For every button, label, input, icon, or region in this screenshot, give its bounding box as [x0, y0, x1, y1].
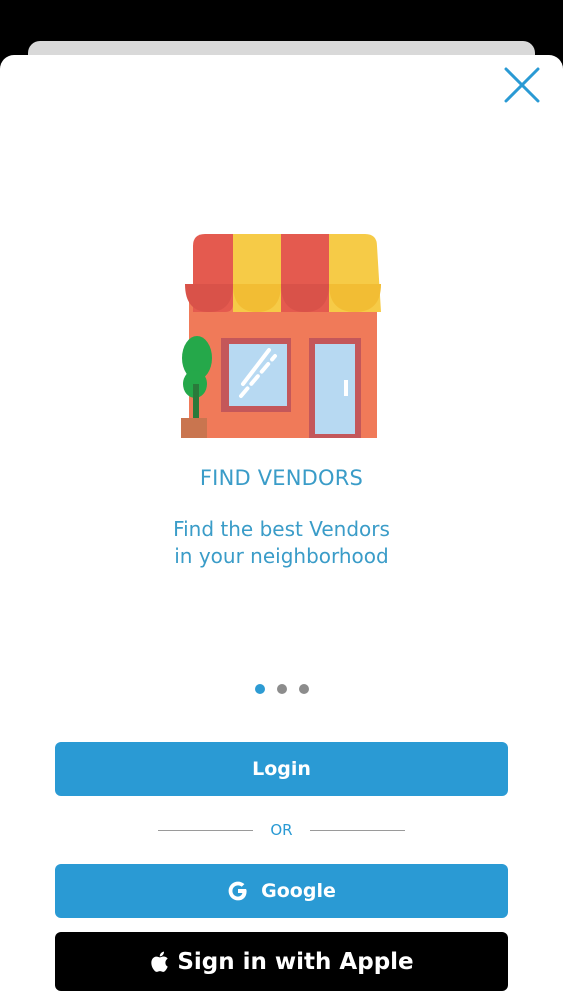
storefront-icon	[181, 234, 382, 438]
close-button[interactable]	[503, 66, 541, 104]
slide-title: FIND VENDORS	[199, 466, 364, 490]
close-icon	[504, 67, 540, 103]
login-button[interactable]: Login	[55, 742, 508, 796]
or-label: OR	[270, 821, 293, 839]
apple-button-label: Sign in with Apple	[177, 948, 414, 975]
divider-line-right	[309, 829, 405, 831]
google-button-label: Google	[261, 880, 336, 902]
slide-description-line-2: in your neighborhood	[174, 544, 389, 568]
pagination-dot-3[interactable]	[298, 684, 309, 694]
apple-logo-icon	[149, 950, 169, 974]
google-g-icon	[227, 880, 249, 902]
onboarding-screen: FIND VENDORS Find the best Vendors in yo…	[0, 0, 563, 1000]
pagination-dots	[0, 684, 563, 694]
slide-description-line-1: Find the best Vendors	[173, 517, 390, 541]
pagination-dot-2[interactable]	[276, 684, 287, 694]
apple-sign-in-button[interactable]: Sign in with Apple	[55, 932, 508, 991]
slide-description: Find the best Vendors in your neighborho…	[0, 516, 563, 570]
divider-line-left	[158, 829, 253, 831]
pagination-dot-1[interactable]	[254, 684, 265, 694]
google-sign-in-button[interactable]: Google	[55, 864, 508, 918]
or-divider: OR	[158, 820, 405, 840]
